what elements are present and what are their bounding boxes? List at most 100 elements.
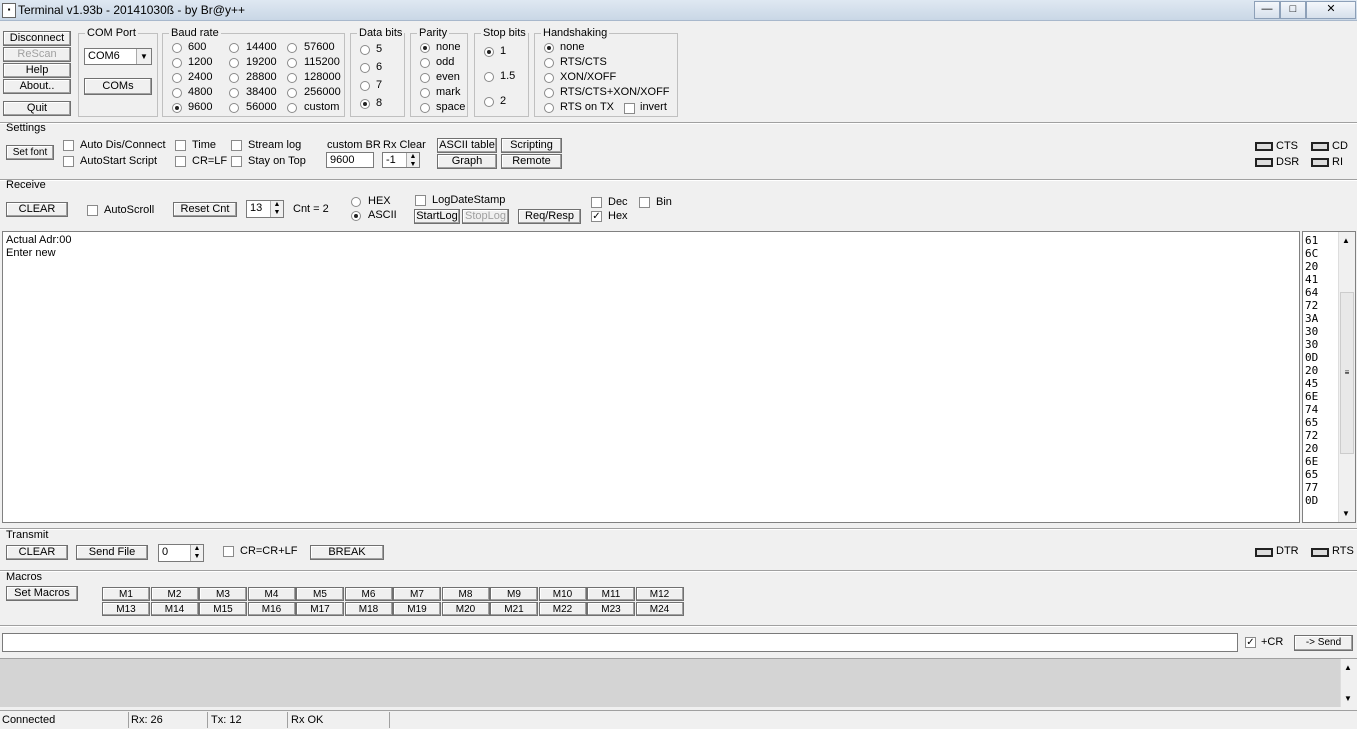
macro-button-m16[interactable]: M16 (247, 602, 296, 616)
stoplog-button[interactable]: StopLog (462, 209, 509, 224)
reset-cnt-button[interactable]: Reset Cnt (173, 202, 237, 217)
parity-none-radio[interactable] (420, 43, 430, 53)
macro-button-m17[interactable]: M17 (296, 602, 344, 616)
macro-button-m18[interactable]: M18 (344, 602, 393, 616)
plus-cr-checkbox[interactable]: ✓ (1245, 637, 1256, 648)
time-checkbox[interactable] (175, 140, 186, 151)
spinner-arrows-icon[interactable]: ▲ ▼ (406, 153, 419, 168)
set-font-button[interactable]: Set font (6, 145, 54, 160)
macro-button-m2[interactable]: M2 (150, 587, 199, 601)
dec-checkbox[interactable] (591, 197, 602, 208)
baud-38400-radio[interactable] (229, 88, 239, 98)
baud-9600-radio[interactable] (172, 103, 182, 113)
cnt-input[interactable]: 13 ▲ ▼ (246, 200, 284, 218)
send-button[interactable]: -> Send (1294, 635, 1353, 651)
parity-even-radio[interactable] (420, 73, 430, 83)
macro-button-m10[interactable]: M10 (538, 587, 587, 601)
maximize-button[interactable]: □ (1280, 1, 1306, 19)
break-button[interactable]: BREAK (310, 545, 384, 560)
ascii-table-button[interactable]: ASCII table (437, 138, 497, 153)
transmit-text-area[interactable]: ▲ ▼ (0, 658, 1357, 707)
ascii-radio[interactable] (351, 211, 361, 221)
databits-7-radio[interactable] (360, 81, 370, 91)
autoscroll-checkbox[interactable] (87, 205, 98, 216)
rescan-button[interactable]: ReScan (3, 47, 71, 62)
baud-128000-radio[interactable] (287, 73, 297, 83)
macro-button-m19[interactable]: M19 (393, 602, 441, 616)
stopbits-1-radio[interactable] (484, 47, 494, 57)
baud-2400-radio[interactable] (172, 73, 182, 83)
stopbits-1-5-radio[interactable] (484, 72, 494, 82)
stream-log-checkbox[interactable] (231, 140, 242, 151)
parity-odd-radio[interactable] (420, 58, 430, 68)
macro-button-m14[interactable]: M14 (150, 602, 199, 616)
invert-checkbox[interactable] (624, 103, 635, 114)
hs-rtscts-radio[interactable] (544, 58, 554, 68)
scroll-thumb[interactable]: ≡ (1340, 292, 1354, 454)
rx-clear-input[interactable]: -1 ▲ ▼ (382, 152, 420, 168)
macro-button-m11[interactable]: M11 (587, 587, 635, 601)
macro-button-m15[interactable]: M15 (199, 602, 247, 616)
macro-button-m8[interactable]: M8 (441, 587, 490, 601)
parity-mark-radio[interactable] (420, 88, 430, 98)
hex-pane[interactable]: 61 6C 20 41 64 72 3A 30 30 0D 20 45 6E 74 65 72 20 6E 65 77… (1302, 231, 1356, 523)
macro-button-m3[interactable]: M3 (199, 587, 247, 601)
hs-xonxoff-radio[interactable] (544, 73, 554, 83)
transmit-scrollbar[interactable]: ▲ ▼ (1340, 659, 1357, 707)
req-resp-button[interactable]: Req/Resp (518, 209, 581, 224)
macro-button-m22[interactable]: M22 (538, 602, 587, 616)
macro-button-m13[interactable]: M13 (102, 602, 150, 616)
hs-rts-on-tx-radio[interactable] (544, 103, 554, 113)
scroll-down-icon[interactable]: ▼ (1342, 509, 1350, 518)
hex-scrollbar[interactable]: ▲ ≡ ▼ (1338, 232, 1355, 522)
about-button[interactable]: About.. (3, 79, 71, 94)
autostart-script-checkbox[interactable] (63, 156, 74, 167)
logdatestamp-checkbox[interactable] (415, 195, 426, 206)
scroll-up-icon[interactable]: ▲ (1342, 236, 1350, 245)
bin-checkbox[interactable] (639, 197, 650, 208)
startlog-button[interactable]: StartLog (414, 209, 460, 224)
baud-56000-radio[interactable] (229, 103, 239, 113)
macro-button-m24[interactable]: M24 (635, 602, 684, 616)
transmit-clear-button[interactable]: CLEAR (6, 545, 68, 560)
macro-button-m9[interactable]: M9 (490, 587, 538, 601)
parity-space-radio[interactable] (420, 103, 430, 113)
scripting-button[interactable]: Scripting (501, 138, 562, 153)
baud-256000-radio[interactable] (287, 88, 297, 98)
send-file-button[interactable]: Send File (76, 545, 148, 560)
macro-button-m20[interactable]: M20 (441, 602, 490, 616)
baud-57600-radio[interactable] (287, 43, 297, 53)
scroll-down-icon[interactable]: ▼ (1344, 694, 1352, 703)
disconnect-button[interactable]: Disconnect (3, 31, 71, 46)
baud-1200-radio[interactable] (172, 58, 182, 68)
send-input[interactable] (2, 633, 1238, 652)
stopbits-2-radio[interactable] (484, 97, 494, 107)
crlf-checkbox[interactable] (175, 156, 186, 167)
com-port-select[interactable]: COM6 ▼ (84, 48, 152, 65)
databits-6-radio[interactable] (360, 63, 370, 73)
macro-button-m5[interactable]: M5 (296, 587, 344, 601)
baud-19200-radio[interactable] (229, 58, 239, 68)
baud-14400-radio[interactable] (229, 43, 239, 53)
remote-button[interactable]: Remote (501, 154, 562, 169)
hex-checkbox[interactable]: ✓ (591, 211, 602, 222)
spinner-arrows-icon[interactable]: ▲ ▼ (190, 545, 203, 561)
baud-28800-radio[interactable] (229, 73, 239, 83)
receive-clear-button[interactable]: CLEAR (6, 202, 68, 217)
stay-on-top-checkbox[interactable] (231, 156, 242, 167)
macro-button-m1[interactable]: M1 (102, 587, 150, 601)
quit-button[interactable]: Quit (3, 101, 71, 116)
spinner-arrows-icon[interactable]: ▲ ▼ (270, 201, 283, 217)
auto-dis-connect-checkbox[interactable] (63, 140, 74, 151)
macro-button-m23[interactable]: M23 (587, 602, 635, 616)
baud-4800-radio[interactable] (172, 88, 182, 98)
databits-8-radio[interactable] (360, 99, 370, 109)
cr-crlf-checkbox[interactable] (223, 546, 234, 557)
hs-rtscts-xonxoff-radio[interactable] (544, 88, 554, 98)
minimize-button[interactable]: — (1254, 1, 1280, 19)
baud-custom-radio[interactable] (287, 103, 297, 113)
baud-115200-radio[interactable] (287, 58, 297, 68)
help-button[interactable]: Help (3, 63, 71, 78)
custom-br-input[interactable]: 9600 (326, 152, 374, 168)
scroll-up-icon[interactable]: ▲ (1344, 663, 1352, 672)
